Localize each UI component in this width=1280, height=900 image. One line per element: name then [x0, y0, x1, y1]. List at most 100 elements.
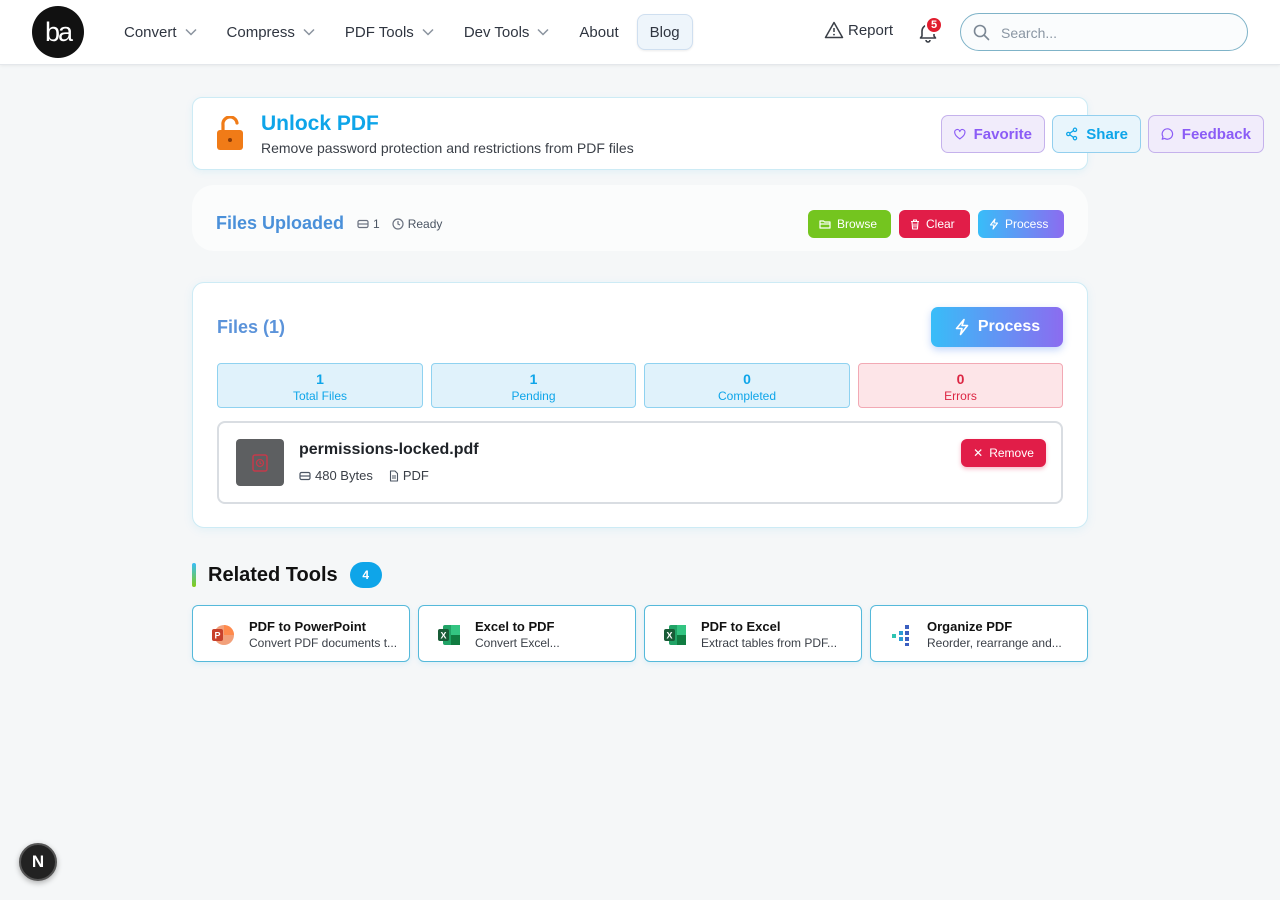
stat-pending: 1 Pending: [431, 363, 636, 408]
feedback-label: Feedback: [1181, 125, 1251, 143]
nav-compress-label: Compress: [226, 23, 295, 41]
related-tool-name: Organize PDF: [927, 619, 1013, 634]
excel-icon: X: [438, 625, 460, 645]
nav-about-label: About: [579, 23, 619, 41]
related-tool-description: Convert PDF documents t...: [249, 636, 398, 650]
page-subtitle: Remove password protection and restricti…: [261, 140, 634, 156]
file-size: 480 Bytes: [315, 468, 373, 483]
share-label: Share: [1086, 125, 1128, 143]
nav-blog-label: Blog: [649, 23, 680, 41]
drive-icon: [357, 219, 369, 229]
related-tool-name: PDF to Excel: [701, 619, 781, 634]
upload-status: Ready: [407, 217, 443, 231]
browse-button[interactable]: Browse: [808, 210, 891, 238]
related-tool-name: PDF to PowerPoint: [249, 619, 366, 634]
nav-pdf-tools-label: PDF Tools: [344, 23, 414, 41]
search-icon: [973, 24, 990, 41]
stat-value: 0: [956, 371, 965, 387]
stat-value: 1: [529, 371, 538, 387]
favorite-label: Favorite: [973, 125, 1032, 143]
report-label: Report: [848, 21, 894, 39]
related-tools-count-badge: 4: [349, 562, 382, 588]
related-tool-card[interactable]: X PDF to Excel Extract tables from PDF..…: [644, 605, 862, 662]
nav-compress[interactable]: Compress: [215, 14, 327, 50]
svg-text:P: P: [214, 631, 220, 641]
file-list-item: permissions-locked.pdf 480 Bytes PDF ✕ R…: [217, 421, 1063, 504]
clear-label: Clear: [926, 217, 955, 231]
document-icon: [389, 469, 398, 482]
related-tool-description: Reorder, rearrange and...: [927, 636, 1062, 650]
clock-icon: [392, 218, 404, 230]
chevron-down-icon: [537, 28, 549, 36]
process-button-small[interactable]: Process: [978, 210, 1064, 238]
remove-label: Remove: [989, 446, 1034, 460]
search-box: [960, 13, 1248, 51]
clear-button[interactable]: Clear: [899, 210, 970, 238]
chevron-down-icon: [422, 28, 434, 36]
close-icon: ✕: [973, 446, 984, 460]
remove-file-button[interactable]: ✕ Remove: [961, 439, 1046, 467]
report-button[interactable]: Report: [824, 21, 893, 39]
files-uploaded-bar: Files Uploaded 1 Ready Browse Clear Proc…: [192, 185, 1088, 251]
section-accent-bar: [192, 563, 196, 587]
excel-icon: X: [664, 625, 686, 645]
stat-label: Total Files: [292, 389, 348, 403]
related-tools-header: Related Tools 4: [192, 562, 382, 588]
file-type: PDF: [402, 468, 429, 483]
locked-pdf-icon: [252, 453, 268, 472]
chevron-down-icon: [185, 28, 197, 36]
stat-label: Pending: [511, 389, 556, 403]
related-tool-description: Convert Excel...: [475, 636, 560, 650]
process-button[interactable]: Process: [931, 307, 1063, 347]
upload-meta: 1 Ready: [357, 217, 442, 231]
nav-convert[interactable]: Convert: [112, 14, 209, 50]
tool-header-card: Unlock PDF Remove password protection an…: [192, 97, 1264, 170]
share-button[interactable]: Share: [1052, 115, 1141, 153]
favorite-button[interactable]: Favorite: [941, 115, 1045, 153]
feedback-button[interactable]: Feedback: [1148, 115, 1264, 153]
related-tool-name: Excel to PDF: [475, 619, 555, 634]
stat-completed: 0 Completed: [644, 363, 850, 408]
main-nav: Convert Compress PDF Tools Dev Tools Abo…: [112, 14, 699, 50]
stat-value: 0: [743, 371, 751, 387]
nav-about[interactable]: About: [567, 14, 630, 50]
files-uploaded-title: Files Uploaded: [216, 213, 345, 233]
page-title: Unlock PDF: [261, 112, 379, 135]
nav-convert-label: Convert: [124, 23, 177, 41]
top-navigation-bar: ba Convert Compress PDF Tools Dev Tools …: [0, 0, 1280, 65]
search-input[interactable]: [1001, 22, 1231, 44]
file-name: permissions-locked.pdf: [299, 441, 479, 458]
nav-blog[interactable]: Blog: [636, 14, 693, 50]
related-tool-card[interactable]: P PDF to PowerPoint Convert PDF document…: [192, 605, 410, 662]
drive-icon: [299, 471, 311, 480]
stat-errors: 0 Errors: [858, 363, 1063, 408]
folder-open-icon: [819, 220, 831, 229]
files-card: Files (1) Process 1 Total Files 1 Pendin…: [192, 282, 1088, 528]
stat-label: Errors: [944, 389, 977, 403]
svg-text:X: X: [440, 631, 446, 641]
upload-file-count: 1: [373, 217, 380, 231]
warning-icon: [824, 21, 844, 39]
unlock-icon: [217, 116, 243, 150]
process-label-small: Process: [1005, 217, 1049, 231]
nav-dev-tools[interactable]: Dev Tools: [452, 14, 562, 50]
file-thumbnail: [236, 439, 284, 486]
organize-icon: [892, 625, 909, 646]
heart-icon: [954, 128, 966, 139]
lightning-icon: [955, 318, 969, 336]
related-tool-card[interactable]: X Excel to PDF Convert Excel...: [418, 605, 636, 662]
dev-indicator-badge[interactable]: N: [19, 843, 57, 881]
related-tools-title: Related Tools: [208, 563, 338, 586]
svg-text:X: X: [666, 631, 672, 641]
site-logo[interactable]: ba: [32, 6, 84, 58]
file-meta: 480 Bytes PDF: [299, 468, 429, 483]
powerpoint-icon: P: [212, 625, 234, 645]
files-title: Files (1): [217, 317, 286, 337]
stat-value: 1: [316, 371, 324, 387]
nav-pdf-tools[interactable]: PDF Tools: [333, 14, 446, 50]
related-tool-card[interactable]: Organize PDF Reorder, rearrange and...: [870, 605, 1088, 662]
process-label: Process: [977, 318, 1041, 335]
stat-total-files: 1 Total Files: [217, 363, 423, 408]
related-tool-description: Extract tables from PDF...: [701, 636, 838, 650]
chevron-down-icon: [303, 28, 315, 36]
